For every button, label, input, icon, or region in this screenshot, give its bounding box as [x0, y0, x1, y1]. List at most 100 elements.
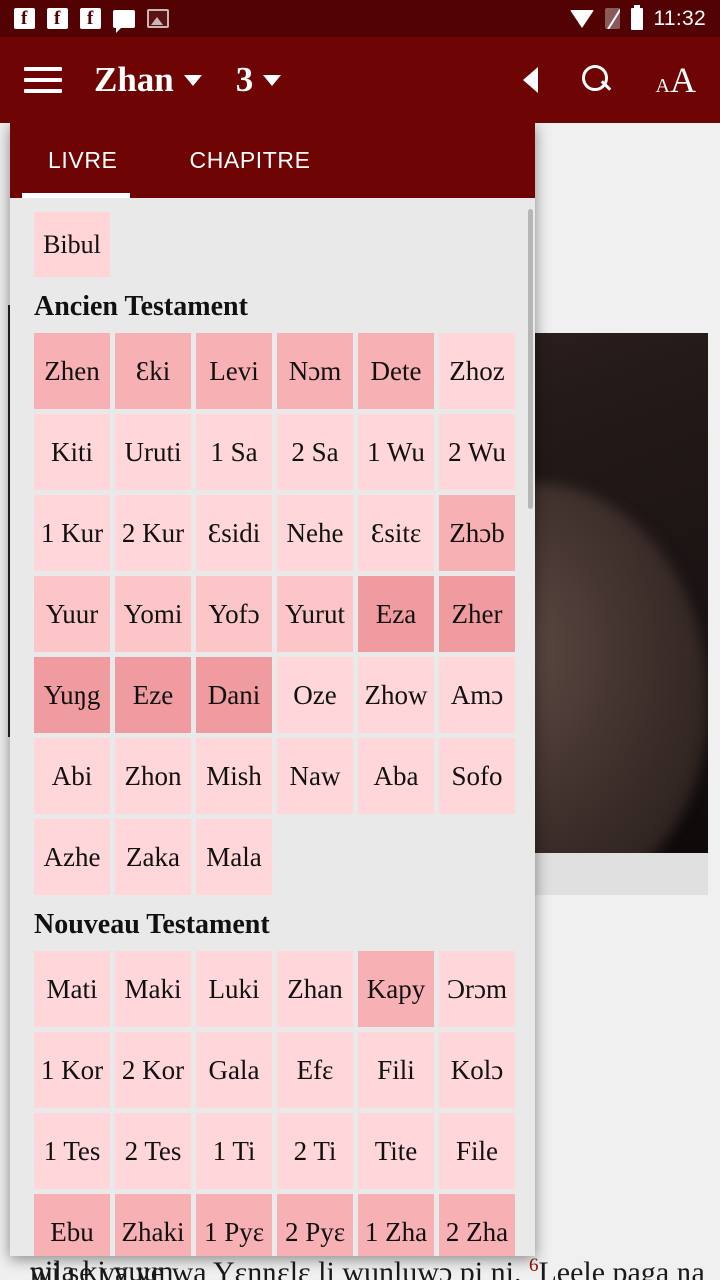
book-tile[interactable]: Zher [439, 576, 515, 652]
book-tile[interactable]: Zhow [358, 657, 434, 733]
bible-version-row: Bibul [10, 198, 535, 277]
book-tile[interactable]: Mala [196, 819, 272, 895]
book-tile[interactable]: 1 Tes [34, 1113, 110, 1189]
search-icon[interactable] [581, 65, 612, 95]
book-tile[interactable]: 2 Ti [277, 1113, 353, 1189]
font-size-icon-small-a: A [655, 75, 670, 97]
book-tile[interactable]: Mish [196, 738, 272, 814]
book-tile[interactable]: Zhoz [439, 333, 515, 409]
facebook-icon [80, 8, 101, 29]
book-tile[interactable]: Fili [358, 1032, 434, 1108]
book-tile[interactable]: Efɛ [277, 1032, 353, 1108]
status-bar-notifications [14, 8, 169, 33]
app-bar: Zhan 3 AA [0, 37, 720, 123]
book-tile[interactable]: 1 Zha [358, 1194, 434, 1256]
hamburger-line [24, 67, 62, 71]
panel-scrollbar[interactable] [528, 209, 533, 509]
chevron-down-icon [263, 74, 282, 86]
section-title-ancien-testament: Ancien Testament [34, 291, 248, 322]
book-tile[interactable]: Yuur [34, 576, 110, 652]
book-tile[interactable]: Ɛki [115, 333, 191, 409]
book-tile[interactable]: 1 Wu [358, 414, 434, 490]
book-tile[interactable]: Naw [277, 738, 353, 814]
app-bar-actions: AA [522, 62, 696, 98]
app-root: a le a yinriawi. gɔ ma saa wilɔɔn tun ma… [0, 0, 720, 1280]
book-tile[interactable]: Uruti [115, 414, 191, 490]
book-tile[interactable]: Zhon [115, 738, 191, 814]
book-tile[interactable]: Eze [115, 657, 191, 733]
book-tile[interactable]: 2 Zha [439, 1194, 515, 1256]
book-tile[interactable]: Maki [115, 951, 191, 1027]
book-tile[interactable]: Gala [196, 1032, 272, 1108]
book-tile[interactable]: Ɔrɔm [439, 951, 515, 1027]
book-tile[interactable]: 2 Pyɛ [277, 1194, 353, 1256]
font-size-icon-big-a: A [670, 60, 696, 100]
book-tile[interactable]: Dete [358, 333, 434, 409]
book-tile[interactable]: Yofɔ [196, 576, 272, 652]
book-tile[interactable]: Oze [277, 657, 353, 733]
book-tile[interactable]: Mati [34, 951, 110, 1027]
reader-bottom-text: wi se ya ye wa Yɛnŋɛlɛ li wunluwɔ pi ni. [30, 1256, 522, 1280]
font-size-icon[interactable]: AA [656, 62, 696, 98]
book-tile[interactable]: Yurut [277, 576, 353, 652]
book-tile[interactable]: File [439, 1113, 515, 1189]
book-tile[interactable]: 2 Sa [277, 414, 353, 490]
book-tile[interactable]: 1 Kor [34, 1032, 110, 1108]
book-picker-panel: LIVRE CHAPITRE Bibul Ancien Testament Zh… [10, 123, 535, 1256]
panel-tab-bar: LIVRE CHAPITRE [10, 123, 535, 198]
book-tile[interactable]: Zhan [277, 951, 353, 1027]
book-tile[interactable]: Ebu [34, 1194, 110, 1256]
status-bar: 11:32 [0, 0, 720, 37]
panel-body[interactable]: Bibul Ancien Testament Zhen Ɛki Levi Nɔm Det… [10, 198, 535, 1256]
book-tile[interactable]: Eza [358, 576, 434, 652]
chapter-selector-label: 3 [235, 60, 254, 99]
chevron-down-icon [183, 74, 202, 86]
book-grid-ancien-testament: Zhen Ɛki Levi Nɔm Dete Zhoz Kiti Uruti 1 Sa 2 Sa 1… [10, 333, 535, 895]
book-tile[interactable]: Yomi [115, 576, 191, 652]
message-icon [113, 9, 135, 33]
book-tile[interactable]: Levi [196, 333, 272, 409]
book-tile[interactable]: Luki [196, 951, 272, 1027]
book-tile[interactable]: Zhaki [115, 1194, 191, 1256]
book-tile[interactable]: Kapy [358, 951, 434, 1027]
book-tile[interactable]: Nɔm [277, 333, 353, 409]
book-tile[interactable]: Sofo [439, 738, 515, 814]
book-tile[interactable]: Azhe [34, 819, 110, 895]
book-tile[interactable]: 1 Ti [196, 1113, 272, 1189]
book-tile[interactable]: Ɛsitɛ [358, 495, 434, 571]
book-tile[interactable]: Dani [196, 657, 272, 733]
facebook-icon [14, 8, 35, 29]
book-tile[interactable]: Zaka [115, 819, 191, 895]
battery-icon [630, 4, 643, 30]
book-tile[interactable]: 1 Sa [196, 414, 272, 490]
section-title-nouveau-testament: Nouveau Testament [34, 909, 270, 940]
book-tile[interactable]: Nehe [277, 495, 353, 571]
book-tile[interactable]: 1 Pyɛ [196, 1194, 272, 1256]
book-tile[interactable]: Amɔ [439, 657, 515, 733]
chapter-selector[interactable]: 3 [202, 60, 282, 100]
book-tile[interactable]: Kolɔ [439, 1032, 515, 1108]
book-tile[interactable]: Zhen [34, 333, 110, 409]
tab-livre[interactable]: LIVRE [48, 147, 117, 174]
book-tile[interactable]: 2 Kur [115, 495, 191, 571]
book-tile[interactable]: Kiti [34, 414, 110, 490]
book-tile[interactable]: Aba [358, 738, 434, 814]
facebook-icon [47, 8, 68, 29]
speaker-icon[interactable] [522, 67, 538, 93]
sim-off-icon [604, 8, 620, 29]
book-tile[interactable]: Ɛsidi [196, 495, 272, 571]
book-tile[interactable]: 2 Kor [115, 1032, 191, 1108]
book-tile[interactable]: Yuŋg [34, 657, 110, 733]
photo-icon [147, 9, 169, 28]
book-tile[interactable]: Abi [34, 738, 110, 814]
bible-version-chip[interactable]: Bibul [34, 212, 110, 277]
book-selector[interactable]: Zhan [62, 60, 202, 100]
book-tile[interactable]: Tite [358, 1113, 434, 1189]
hamburger-menu-icon[interactable] [24, 67, 62, 93]
book-tile[interactable]: Zhɔb [439, 495, 515, 571]
book-tile[interactable]: 2 Tes [115, 1113, 191, 1189]
tab-chapitre[interactable]: CHAPITRE [189, 147, 310, 174]
wifi-icon [569, 9, 594, 28]
book-tile[interactable]: 2 Wu [439, 414, 515, 490]
book-tile[interactable]: 1 Kur [34, 495, 110, 571]
